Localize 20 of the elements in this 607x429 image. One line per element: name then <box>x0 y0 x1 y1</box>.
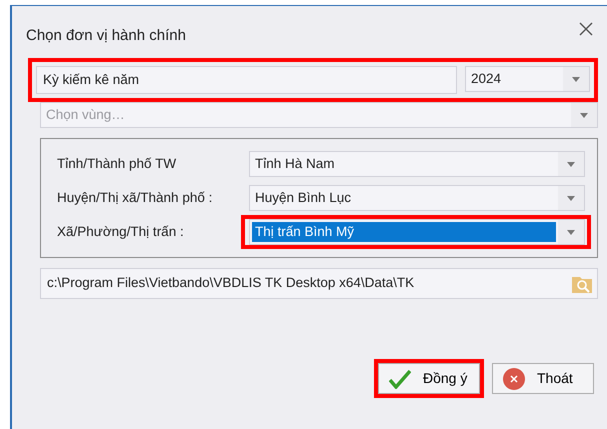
text-field[interactable]: Kỳ kiếm kê năm <box>36 66 457 94</box>
field-label: Huyện/Thị xã/Thành phố : <box>57 188 214 207</box>
dropdown[interactable]: 2024 <box>465 66 590 92</box>
ok-button[interactable]: Đồng ý <box>378 363 480 394</box>
close-icon <box>579 22 593 36</box>
path-field[interactable]: c:\Program Files\Vietbando\VBDLIS TK Desktop x64\Data\TK <box>40 268 598 299</box>
dropdown[interactable]: Tỉnh Hà Nam <box>249 151 585 177</box>
close-circle-icon <box>503 368 525 390</box>
caret-icon <box>572 76 580 82</box>
check-icon <box>389 368 411 388</box>
caret-icon <box>567 196 575 200</box>
exit-button[interactable]: Thoát <box>492 363 594 394</box>
caret-icon <box>567 230 575 234</box>
caret-icon <box>567 162 575 166</box>
caret-icon <box>580 112 588 118</box>
field-label: Xã/Phường/Thị trấn : <box>57 222 185 241</box>
dialog-title: Chọn đơn vị hành chính <box>26 26 186 46</box>
dropdown[interactable]: Huyện Bình Lục <box>249 185 585 211</box>
dropdown[interactable]: Thị trấn Bình Mỹ <box>249 219 585 245</box>
field-label: Tỉnh/Thành phố TW <box>57 154 178 173</box>
